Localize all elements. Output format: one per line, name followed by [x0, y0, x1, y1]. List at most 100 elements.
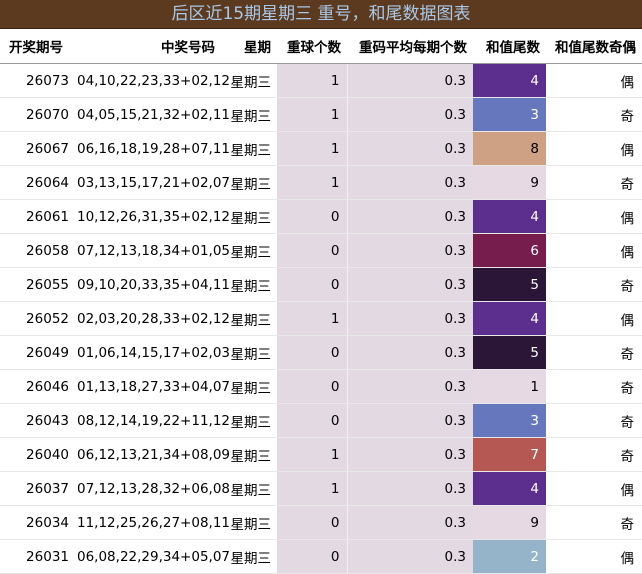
numbers-cell: 07,12,13,18,34+01,05	[77, 233, 230, 268]
issue-cell: 26046	[0, 369, 77, 404]
repeat-count-cell: 1	[277, 131, 347, 166]
repeat-avg-cell: 0.3	[346, 335, 473, 370]
parity-cell: 奇	[546, 335, 642, 370]
repeat-count-cell: 1	[277, 63, 347, 98]
table-row: 26070 04,05,15,21,32+02,11 星期三 1 0.3 3 奇	[0, 97, 642, 132]
repeat-avg-cell: 0.3	[346, 505, 473, 540]
issue-cell: 26037	[0, 471, 77, 506]
numbers-cell: 07,12,13,28,32+06,08	[77, 471, 230, 506]
repeat-avg-cell: 0.3	[346, 131, 473, 166]
table-row: 26073 04,10,22,23,33+02,12 星期三 1 0.3 4 偶	[0, 63, 642, 98]
sum-tail-cell: 9	[473, 165, 546, 200]
table-row: 26043 08,12,14,19,22+11,12 星期三 0 0.3 3 奇	[0, 403, 642, 438]
issue-cell: 26070	[0, 97, 77, 132]
header-issue[interactable]: 开奖期号	[0, 29, 77, 64]
repeat-count-cell: 0	[277, 403, 347, 438]
repeat-count-cell: 0	[277, 505, 347, 540]
table-row: 26055 09,10,20,33,35+04,11 星期三 0 0.3 5 奇	[0, 267, 642, 302]
sum-tail-cell: 6	[473, 233, 546, 268]
issue-cell: 26067	[0, 131, 77, 166]
table-row: 26049 01,06,14,15,17+02,03 星期三 0 0.3 5 奇	[0, 335, 642, 370]
sum-tail-cell: 5	[473, 335, 546, 370]
repeat-avg-cell: 0.3	[346, 301, 473, 336]
sum-tail-cell: 3	[473, 97, 546, 132]
table-row: 26034 11,12,25,26,27+08,11 星期三 0 0.3 9 奇	[0, 505, 642, 540]
repeat-avg-cell: 0.3	[346, 199, 473, 234]
table-row: 26058 07,12,13,18,34+01,05 星期三 0 0.3 6 偶	[0, 233, 642, 268]
repeat-avg-cell: 0.3	[346, 539, 473, 574]
issue-cell: 26052	[0, 301, 77, 336]
issue-cell: 26064	[0, 165, 77, 200]
parity-cell: 偶	[546, 301, 642, 336]
sum-tail-cell: 8	[473, 131, 546, 166]
table-body: 26073 04,10,22,23,33+02,12 星期三 1 0.3 4 偶 26070 0…	[0, 63, 642, 574]
repeat-avg-cell: 0.3	[346, 369, 473, 404]
header-repeat-count[interactable]: 重球个数	[277, 29, 347, 64]
repeat-count-cell: 1	[277, 165, 347, 200]
numbers-cell: 04,10,22,23,33+02,12	[77, 63, 230, 98]
sum-tail-cell: 4	[473, 63, 546, 98]
repeat-avg-cell: 0.3	[346, 233, 473, 268]
header-sum-tail[interactable]: 和值尾数	[473, 29, 546, 64]
repeat-avg-cell: 0.3	[346, 403, 473, 438]
header-weekday[interactable]: 星期	[221, 29, 277, 64]
issue-cell: 26034	[0, 505, 77, 540]
issue-cell: 26058	[0, 233, 77, 268]
repeat-count-cell: 0	[277, 539, 347, 574]
page-title: 后区近15期星期三 重号，和尾数据图表	[0, 0, 642, 29]
table-row: 26067 06,16,18,19,28+07,11 星期三 1 0.3 8 偶	[0, 131, 642, 166]
repeat-avg-cell: 0.3	[346, 267, 473, 302]
issue-cell: 26055	[0, 267, 77, 302]
repeat-count-cell: 0	[277, 267, 347, 302]
parity-cell: 奇	[546, 437, 642, 472]
numbers-cell: 06,08,22,29,34+05,07	[77, 539, 230, 574]
numbers-cell: 09,10,20,33,35+04,11	[77, 267, 230, 302]
header-repeat-avg[interactable]: 重码平均每期个数	[347, 29, 473, 64]
parity-cell: 偶	[546, 233, 642, 268]
repeat-avg-cell: 0.3	[346, 471, 473, 506]
numbers-cell: 11,12,25,26,27+08,11	[77, 505, 230, 540]
repeat-avg-cell: 0.3	[346, 63, 473, 98]
parity-cell: 奇	[546, 97, 642, 132]
header-numbers[interactable]: 中奖号码	[77, 29, 221, 64]
parity-cell: 偶	[546, 471, 642, 506]
issue-cell: 26049	[0, 335, 77, 370]
parity-cell: 奇	[546, 505, 642, 540]
sum-tail-cell: 4	[473, 199, 546, 234]
repeat-count-cell: 0	[277, 335, 347, 370]
header-sum-tail-parity[interactable]: 和值尾数奇偶	[546, 29, 642, 64]
numbers-cell: 06,16,18,19,28+07,11	[77, 131, 230, 166]
table-row: 26037 07,12,13,28,32+06,08 星期三 1 0.3 4 偶	[0, 471, 642, 506]
sum-tail-cell: 3	[473, 403, 546, 438]
numbers-cell: 04,05,15,21,32+02,11	[77, 97, 230, 132]
repeat-avg-cell: 0.3	[346, 97, 473, 132]
table-row: 26040 06,12,13,21,34+08,09 星期三 1 0.3 7 奇	[0, 437, 642, 472]
sum-tail-cell: 4	[473, 301, 546, 336]
numbers-cell: 10,12,26,31,35+02,12	[77, 199, 230, 234]
numbers-cell: 02,03,20,28,33+02,12	[77, 301, 230, 336]
parity-cell: 奇	[546, 165, 642, 200]
numbers-cell: 01,06,14,15,17+02,03	[77, 335, 230, 370]
repeat-count-cell: 0	[277, 199, 347, 234]
issue-cell: 26061	[0, 199, 77, 234]
issue-cell: 26040	[0, 437, 77, 472]
numbers-cell: 08,12,14,19,22+11,12	[77, 403, 230, 438]
parity-cell: 奇	[546, 369, 642, 404]
repeat-count-cell: 1	[277, 437, 347, 472]
repeat-count-cell: 1	[277, 471, 347, 506]
repeat-avg-cell: 0.3	[346, 437, 473, 472]
table-header-row: 开奖期号 中奖号码 星期 重球个数 重码平均每期个数 和值尾数 和值尾数奇偶	[0, 29, 642, 64]
table-row: 26052 02,03,20,28,33+02,12 星期三 1 0.3 4 偶	[0, 301, 642, 336]
numbers-cell: 01,13,18,27,33+04,07	[77, 369, 230, 404]
sum-tail-cell: 4	[473, 471, 546, 506]
parity-cell: 偶	[546, 199, 642, 234]
table-row: 26031 06,08,22,29,34+05,07 星期三 0 0.3 2 偶	[0, 539, 642, 574]
sum-tail-cell: 5	[473, 267, 546, 302]
issue-cell: 26031	[0, 539, 77, 574]
sum-tail-cell: 7	[473, 437, 546, 472]
repeat-avg-cell: 0.3	[346, 165, 473, 200]
repeat-count-cell: 1	[277, 97, 347, 132]
sum-tail-cell: 2	[473, 539, 546, 574]
table-row: 26061 10,12,26,31,35+02,12 星期三 0 0.3 4 偶	[0, 199, 642, 234]
numbers-cell: 06,12,13,21,34+08,09	[77, 437, 230, 472]
